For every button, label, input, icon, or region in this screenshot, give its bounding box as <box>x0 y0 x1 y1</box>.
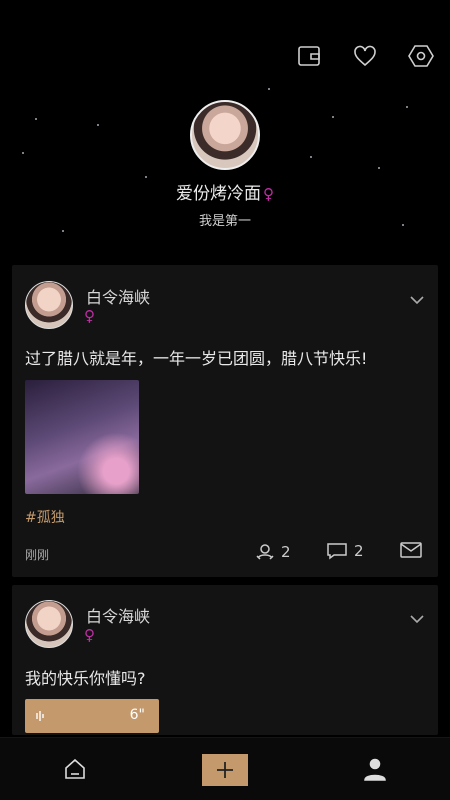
bottom-navigation <box>0 737 450 800</box>
chevron-down-icon[interactable] <box>410 290 424 305</box>
post-card[interactable]: 白令海峡 ♀ 过了腊八就是年，一年一岁已团圆，腊八节快乐! #孤独 刚刚 2 2 <box>12 265 438 577</box>
post-avatar[interactable] <box>25 281 73 329</box>
message-button[interactable] <box>400 542 422 558</box>
profile-avatar[interactable] <box>190 100 260 170</box>
voice-message-button[interactable]: 6" <box>25 699 159 733</box>
post-time: 刚刚 <box>25 548 50 562</box>
post-card[interactable]: 白令海峡 ♀ 我的快乐你懂吗? 6" <box>12 585 438 735</box>
post-avatar[interactable] <box>25 600 73 648</box>
profile-tab[interactable] <box>358 752 392 786</box>
post-username[interactable]: 白令海峡 <box>86 603 150 627</box>
like-count: 2 <box>281 543 291 561</box>
sound-wave-icon <box>36 711 44 721</box>
profile-header: 爱份烤冷面 ♀ 我是第一 <box>0 100 450 229</box>
comment-button[interactable]: 2 <box>326 542 364 560</box>
comment-count: 2 <box>354 542 364 560</box>
profile-icon <box>364 758 386 781</box>
female-icon: ♀ <box>84 307 95 325</box>
top-toolbar <box>292 42 438 70</box>
wallet-icon[interactable] <box>292 42 326 70</box>
like-button[interactable]: 2 <box>255 542 291 562</box>
female-icon: ♀ <box>84 626 95 644</box>
home-tab[interactable] <box>58 752 92 786</box>
home-icon <box>65 758 85 779</box>
heart-icon[interactable] <box>348 42 382 70</box>
female-icon: ♀ <box>263 185 274 203</box>
post-text: 过了腊八就是年，一年一岁已团圆，腊八节快乐! <box>25 349 368 368</box>
post-image[interactable] <box>25 380 139 494</box>
add-icon <box>217 762 233 778</box>
profile-name-row: 爱份烤冷面 ♀ <box>0 179 450 204</box>
profile-name: 爱份烤冷面 <box>176 184 261 204</box>
chevron-down-icon[interactable] <box>410 609 424 624</box>
settings-hexagon-icon[interactable] <box>404 42 438 70</box>
post-username[interactable]: 白令海峡 <box>86 284 150 308</box>
post-tag[interactable]: #孤独 <box>25 507 65 527</box>
like-icon <box>256 544 274 560</box>
envelope-icon <box>400 542 422 558</box>
post-text: 我的快乐你懂吗? <box>25 669 146 688</box>
voice-duration: 6" <box>129 707 145 723</box>
profile-signature: 我是第一 <box>198 214 251 229</box>
add-post-button[interactable] <box>202 754 248 786</box>
comment-icon <box>327 543 347 560</box>
